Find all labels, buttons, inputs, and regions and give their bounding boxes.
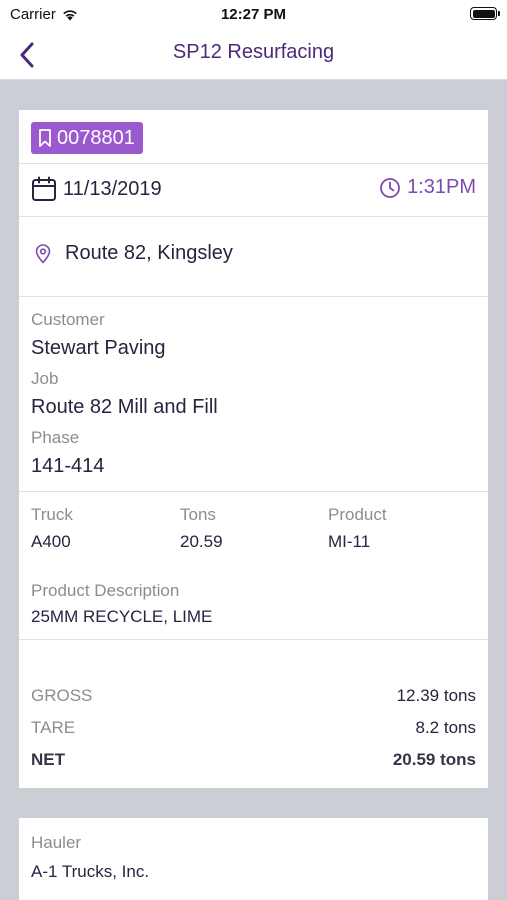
ticket-number-badge: 0078801 [31, 122, 143, 154]
ticket-number: 0078801 [57, 126, 135, 149]
ticket-location: Route 82, Kingsley [33, 242, 233, 265]
job-label: Job [31, 369, 59, 388]
hauler-value: A-1 Trucks, Inc. [31, 862, 150, 881]
gross-value: 12.39 tons [396, 686, 476, 705]
calendar-icon [32, 176, 56, 201]
tare-label: TARE [31, 718, 76, 737]
status-bar: Carrier 12:27 PM [0, 0, 507, 30]
page-title: SP12 Resurfacing [172, 41, 335, 63]
nav-bar: SP12 Resurfacing [0, 30, 507, 80]
divider [19, 491, 488, 492]
phase-value: 141-414 [31, 455, 105, 477]
tons-label: Tons [180, 505, 216, 524]
product-description-value: 25MM RECYCLE, LIME [31, 607, 213, 626]
truck-label: Truck [31, 505, 73, 524]
tare-value: 8.2 tons [415, 718, 477, 737]
status-time: 12:27 PM [220, 6, 287, 23]
ticket-time: 1:31PM [379, 176, 476, 199]
divider [19, 296, 488, 297]
location-value: Route 82, Kingsley [65, 242, 233, 264]
bookmark-icon [39, 129, 51, 147]
tons-value: 20.59 [180, 532, 223, 551]
ticket-date-value: 11/13/2019 [63, 177, 162, 200]
ticket-date: 11/13/2019 [31, 176, 162, 202]
customer-label: Customer [31, 310, 105, 329]
net-value: 20.59 tons [392, 750, 476, 769]
job-value: Route 82 Mill and Fill [31, 396, 218, 418]
ticket-time-value: 1:31PM [407, 176, 476, 198]
customer-value: Stewart Paving [31, 337, 166, 359]
product-description-label: Product Description [31, 581, 180, 600]
divider [19, 163, 488, 164]
hauler-card: Hauler A-1 Trucks, Inc. [19, 818, 488, 900]
divider [19, 639, 488, 640]
hauler-label: Hauler [31, 833, 82, 852]
divider [19, 216, 488, 217]
truck-value: A400 [31, 532, 71, 551]
gross-label: GROSS [31, 686, 93, 705]
clock-icon [380, 177, 400, 198]
ticket-card: 0078801 11/13/2019 1:31PM Route 82, King… [19, 110, 488, 788]
product-label: Product [328, 505, 387, 524]
phase-label: Phase [31, 428, 80, 447]
location-pin-icon [35, 243, 51, 264]
battery-icon [470, 7, 500, 20]
product-value: MI-11 [328, 532, 371, 551]
net-label: NET [31, 750, 65, 769]
